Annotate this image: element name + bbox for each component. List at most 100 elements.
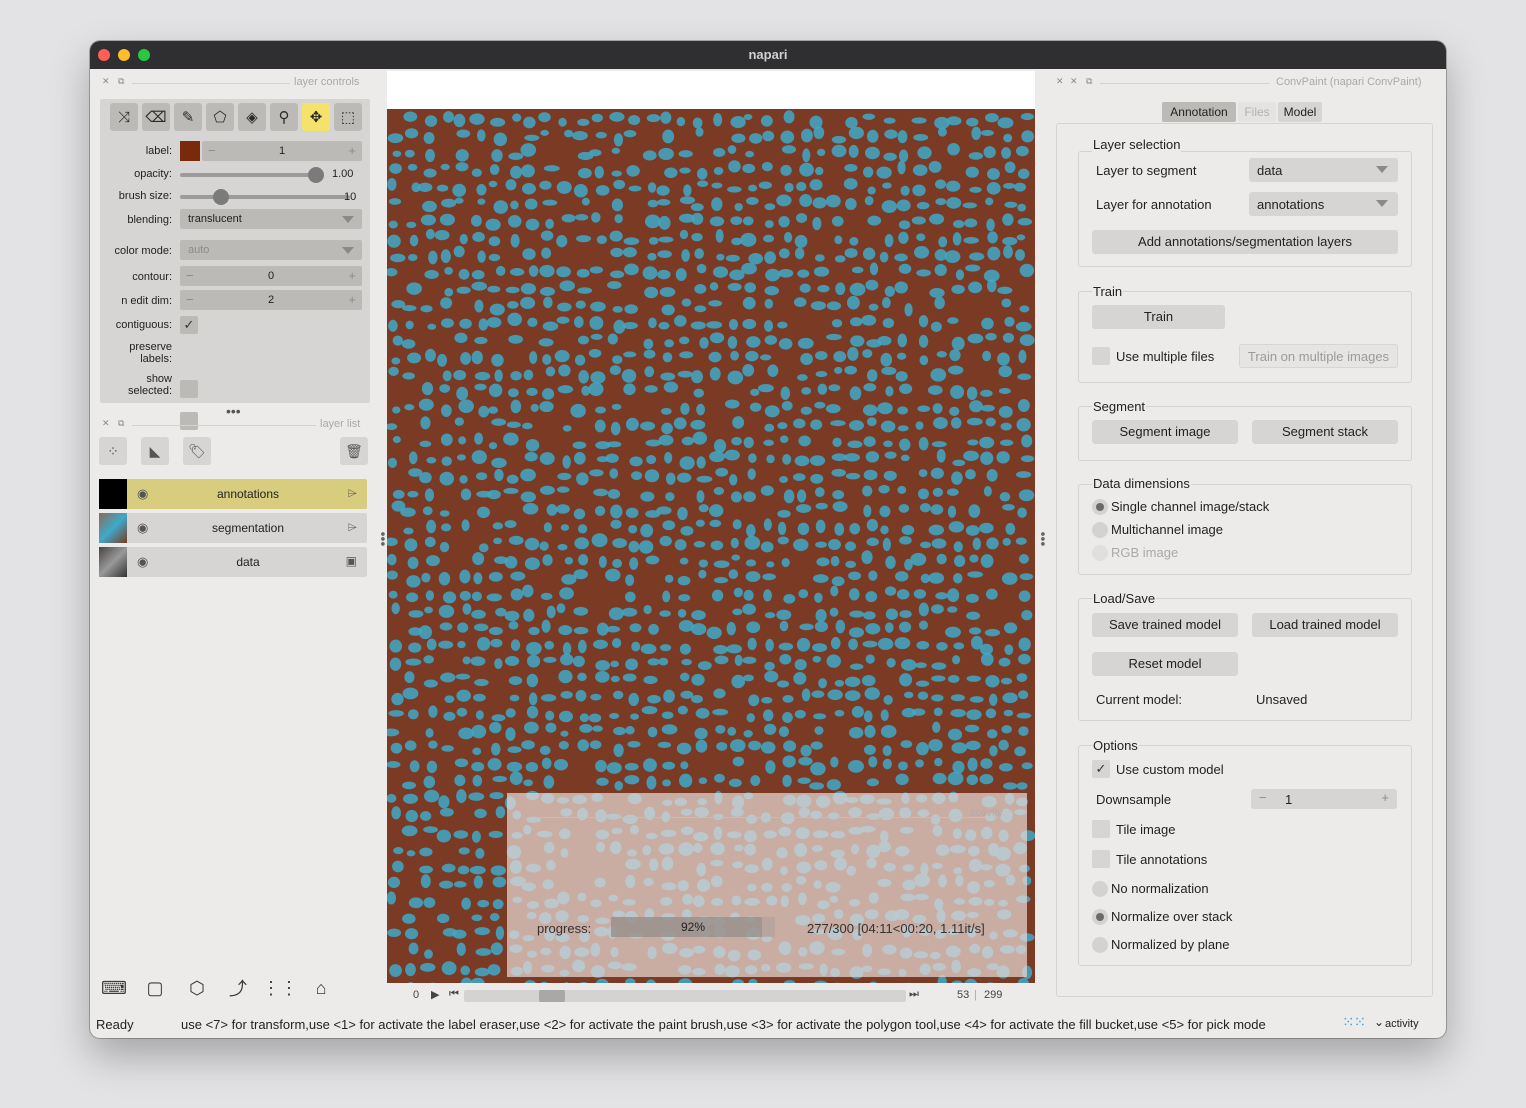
visibility-eye-icon[interactable]: ◉ — [137, 554, 148, 570]
decrement-icon[interactable]: − — [1259, 790, 1267, 805]
n-edit-dim-spinbox[interactable]: − 2 + — [180, 290, 362, 310]
layer-for-annotation-select[interactable]: annotations — [1249, 192, 1398, 216]
step-forward-icon[interactable]: ⏭ — [909, 988, 919, 1001]
chevron-down-icon[interactable]: ⌄ — [1374, 1015, 1384, 1029]
console-icon[interactable]: ⌨ — [99, 973, 129, 1003]
increment-icon[interactable]: + — [348, 143, 356, 158]
opacity-slider-handle[interactable] — [308, 167, 324, 183]
visibility-eye-icon[interactable]: ◉ — [137, 520, 148, 536]
dims-slider-handle[interactable] — [539, 990, 565, 1002]
load-trained-model-button[interactable]: Load trained model — [1252, 613, 1398, 637]
rgb-image-radio[interactable] — [1092, 545, 1108, 561]
use-custom-model-checkbox[interactable]: ✓ — [1092, 760, 1110, 778]
chevron-down-icon — [342, 247, 354, 254]
pan-zoom-icon[interactable]: ✥ — [302, 103, 330, 131]
polygon-icon[interactable]: ⬠ — [206, 103, 234, 131]
increment-icon[interactable]: + — [348, 268, 356, 283]
color-picker-icon[interactable]: ⚲ — [270, 103, 298, 131]
opacity-slider[interactable] — [180, 173, 320, 177]
downsample-spinbox[interactable]: − 1 + — [1251, 789, 1397, 809]
train-multiple-images-button[interactable]: Train on multiple images — [1239, 344, 1398, 368]
eraser-icon[interactable]: ⌫ — [142, 103, 170, 131]
tile-annotations-checkbox[interactable] — [1092, 850, 1110, 868]
single-channel-label: Single channel image/stack — [1111, 499, 1270, 514]
new-points-layer-icon[interactable]: ⁘ — [99, 437, 127, 465]
segment-stack-button[interactable]: Segment stack — [1252, 420, 1398, 444]
single-channel-radio[interactable] — [1092, 499, 1108, 515]
no-normalization-radio[interactable] — [1092, 881, 1108, 897]
color-mode-select[interactable]: auto — [180, 240, 362, 260]
dock-close-icon[interactable]: ✕ — [102, 76, 110, 87]
status-text: Ready — [96, 1017, 134, 1032]
ndisplay-toggle-icon[interactable]: ▢ — [140, 973, 170, 1003]
tile-image-checkbox[interactable] — [1092, 820, 1110, 838]
delete-layer-icon[interactable]: 🗑︎ — [340, 437, 368, 465]
activity-divider — [535, 817, 1011, 818]
layer-item-annotations[interactable]: ◉ annotations ⌲ — [99, 479, 367, 509]
layer-to-segment-select[interactable]: data — [1249, 158, 1398, 182]
dock-hide-icon[interactable]: ✕ — [1070, 76, 1078, 87]
activity-title: activity — [969, 807, 1003, 819]
preserve-labels-checkbox[interactable] — [180, 380, 198, 398]
fill-bucket-icon[interactable]: ◈ — [238, 103, 266, 131]
add-layers-button[interactable]: Add annotations/segmentation layers — [1092, 230, 1398, 254]
dock-float-icon[interactable]: ⧉ — [118, 76, 124, 87]
increment-icon[interactable]: + — [1381, 790, 1389, 805]
use-multiple-files-checkbox[interactable] — [1092, 347, 1110, 365]
use-multiple-files-label: Use multiple files — [1116, 349, 1215, 364]
grid-view-icon[interactable]: ⋮⋮ — [262, 973, 298, 1003]
current-model-label: Current model: — [1096, 692, 1182, 707]
blending-select[interactable]: translucent — [180, 209, 362, 229]
increment-icon[interactable]: + — [348, 292, 356, 307]
segment-image-button[interactable]: Segment image — [1092, 420, 1238, 444]
brush-size-slider-handle[interactable] — [213, 189, 229, 205]
layer-name: segmentation — [211, 521, 285, 535]
label-spinbox[interactable]: − 1 + — [202, 141, 362, 161]
label-color-swatch[interactable] — [180, 141, 200, 161]
image-canvas[interactable]: activity progress: 92% 277/300 [04:11<00… — [387, 109, 1035, 983]
new-shapes-layer-icon[interactable]: ◣ — [141, 437, 169, 465]
napari-window: napari ✕ ⧉ layer controls ⤨ ⌫ ✎ ⬠ ◈ ⚲ ✥ … — [90, 41, 1446, 1038]
new-labels-layer-icon[interactable]: 🏷︎ — [183, 437, 211, 465]
show-selected-label: show selected: — [127, 373, 172, 397]
layer-name: annotations — [216, 487, 280, 501]
dock-float-icon[interactable]: ⧉ — [1086, 76, 1092, 87]
tab-model[interactable]: Model — [1278, 102, 1322, 122]
layer-controls-title: layer controls — [294, 76, 360, 88]
transform-icon[interactable]: ⬚ — [334, 103, 362, 131]
step-back-icon[interactable]: ⏮ — [449, 988, 459, 1001]
layer-thumbnail — [99, 547, 127, 577]
layer-controls-header: ✕ ⧉ layer controls — [100, 75, 376, 91]
normalized-by-plane-radio[interactable] — [1092, 937, 1108, 953]
normalize-over-stack-radio[interactable] — [1092, 909, 1108, 925]
brush-size-slider[interactable] — [180, 195, 350, 199]
contiguous-checkbox[interactable]: ✓ — [180, 316, 198, 334]
train-button[interactable]: Train — [1092, 305, 1225, 329]
reset-model-button[interactable]: Reset model — [1092, 652, 1238, 676]
roll-dims-icon[interactable]: ⬡ — [182, 973, 212, 1003]
dock-close-icon[interactable]: ✕ — [1056, 76, 1064, 87]
visibility-eye-icon[interactable]: ◉ — [137, 486, 148, 502]
layer-item-data[interactable]: ◉ data ▣ — [99, 547, 367, 577]
tab-files[interactable]: Files — [1238, 102, 1276, 122]
dims-slider[interactable] — [464, 990, 906, 1002]
layer-list-header: ✕ ⧉ layer list — [100, 417, 376, 433]
contour-spinbox[interactable]: − 0 + — [180, 266, 362, 286]
multichannel-radio[interactable] — [1092, 522, 1108, 538]
home-icon[interactable]: ⌂ — [306, 973, 336, 1003]
dock-close-icon[interactable]: ✕ — [102, 418, 110, 429]
layer-item-segmentation[interactable]: ◉ segmentation ⌲ — [99, 513, 367, 543]
activity-toggle-button[interactable]: activity — [1385, 1018, 1419, 1030]
left-splitter-handle-icon[interactable]: ••• — [375, 532, 391, 547]
dock-float-icon[interactable]: ⧉ — [118, 418, 124, 429]
transpose-dims-icon[interactable]: ⤴ — [223, 973, 253, 1003]
tab-annotation[interactable]: Annotation — [1162, 102, 1236, 122]
shuffle-icon[interactable]: ⤨ — [110, 103, 138, 131]
dims-max-value: 299 — [984, 989, 1003, 1001]
right-splitter-handle-icon[interactable]: ••• — [1035, 532, 1051, 547]
save-trained-model-button[interactable]: Save trained model — [1092, 613, 1238, 637]
rgb-image-label: RGB image — [1111, 545, 1179, 560]
paint-brush-icon[interactable]: ✎ — [174, 103, 202, 131]
play-icon[interactable]: ▶ — [431, 988, 439, 1001]
layer-selection-title: Layer selection — [1092, 137, 1182, 152]
